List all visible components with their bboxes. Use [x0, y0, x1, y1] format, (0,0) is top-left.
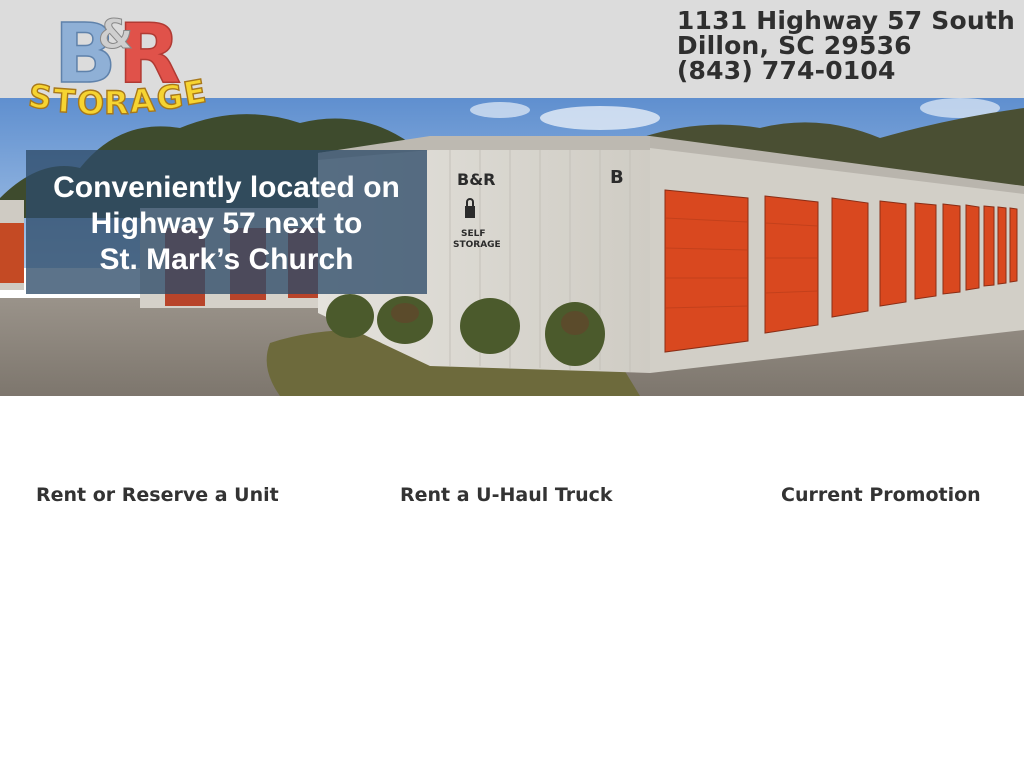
rent-reserve-unit-link[interactable]: Rent or Reserve a Unit — [36, 484, 279, 506]
callout-line3: St. Mark’s Church — [99, 243, 354, 276]
feature-links: Rent or Reserve a Unit Rent a U-Haul Tru… — [0, 484, 1024, 512]
building-sign-text1: SELF — [461, 229, 486, 239]
svg-text:T: T — [52, 81, 77, 120]
current-promotion-link[interactable]: Current Promotion — [781, 484, 981, 506]
location-callout: Conveniently located on Highway 57 next … — [26, 150, 427, 294]
hero-banner: B&R SELF STORAGE B Conveniently located … — [0, 98, 1024, 396]
address-line2: Dillon, SC 29536 — [676, 31, 912, 60]
contact-info: 1131 Highway 57 South Dillon, SC 29536 (… — [677, 8, 1015, 83]
building-sign-brand: B&R — [457, 170, 495, 189]
address-line1: 1131 Highway 57 South — [676, 6, 1015, 35]
svg-text:A: A — [128, 81, 156, 120]
svg-text:R: R — [104, 84, 129, 120]
building-sign-text2: STORAGE — [453, 240, 501, 250]
svg-text:O: O — [77, 84, 104, 120]
callout-line2: Highway 57 next to — [90, 207, 363, 240]
building-letter: B — [610, 167, 624, 188]
phone-number[interactable]: (843) 774-0104 — [677, 58, 1015, 83]
svg-text:E: E — [181, 72, 209, 113]
svg-text:S: S — [26, 77, 54, 118]
svg-text:G: G — [155, 77, 186, 118]
logo-graphic: B R & S T O R A G E — [25, 6, 209, 122]
site-logo[interactable]: B R & S T O R A G E — [25, 6, 226, 122]
callout-line1: Conveniently located on — [53, 171, 400, 204]
svg-text:&: & — [98, 12, 133, 58]
rent-uhaul-truck-link[interactable]: Rent a U-Haul Truck — [400, 484, 613, 506]
